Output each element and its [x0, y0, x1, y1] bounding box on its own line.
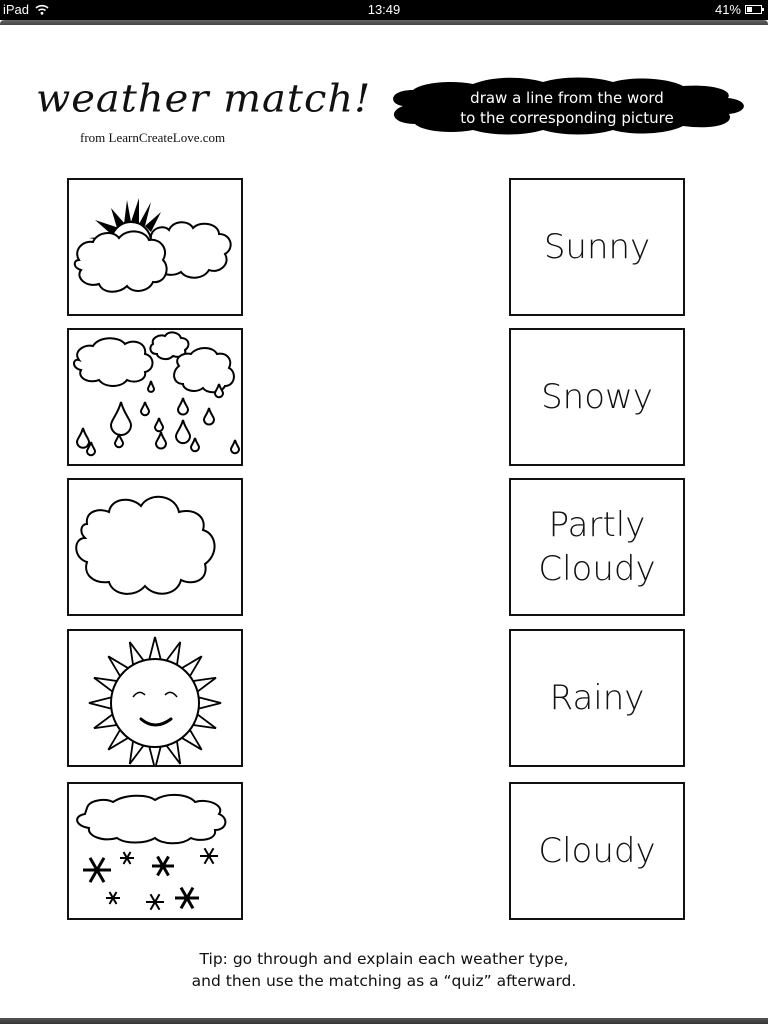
picture-card-sunny[interactable] — [67, 629, 243, 767]
picture-card-partly-cloudy[interactable] — [67, 178, 243, 316]
word-label: Sunny — [543, 227, 651, 267]
viewer-bottom-edge — [0, 1018, 768, 1024]
battery-icon — [745, 5, 764, 14]
raindrop-icon — [113, 433, 125, 449]
picture-card-cloudy[interactable] — [67, 478, 243, 616]
viewer-top-edge — [0, 20, 768, 25]
raindrop-icon — [176, 397, 190, 416]
snowy-icon — [76, 794, 227, 911]
sunny-icon — [88, 636, 222, 765]
snowflake-icon — [120, 851, 134, 865]
snowflake-icon — [200, 847, 218, 865]
tip-text: Tip: go through and explain each weather… — [0, 948, 768, 992]
picture-card-rainy[interactable] — [67, 328, 243, 466]
clock: 13:49 — [367, 2, 401, 17]
picture-card-snowy[interactable] — [67, 782, 243, 920]
instruction-line-1: draw a line from the word — [470, 89, 664, 107]
battery-fill — [747, 7, 753, 12]
word-card-rainy[interactable]: Rainy — [509, 629, 685, 767]
word-label: Cloudy — [538, 831, 656, 871]
snowflake-icon — [83, 857, 111, 883]
status-bar: iPad 13:49 41% — [0, 0, 768, 20]
battery-percent: 41% — [714, 2, 741, 17]
tip-line-2: and then use the matching as a “quiz” af… — [191, 972, 577, 990]
word-card-cloudy[interactable]: Cloudy — [509, 782, 685, 920]
raindrop-icon — [153, 417, 165, 433]
raindrop-icon — [75, 427, 91, 449]
raindrop-icon — [109, 401, 133, 436]
word-card-sunny[interactable]: Sunny — [509, 178, 685, 316]
raindrop-icon — [174, 419, 192, 445]
word-card-snowy[interactable]: Snowy — [509, 328, 685, 466]
raindrop-icon — [154, 431, 168, 450]
raindrop-icon — [139, 401, 151, 417]
word-label: Partly Cloudy — [538, 505, 656, 589]
snowflake-icon — [152, 855, 174, 877]
raindrop-icon — [189, 437, 201, 453]
raindrop-icon — [202, 407, 216, 426]
partly-cloudy-icon — [73, 198, 232, 293]
instruction-line-2: to the corresponding picture — [460, 109, 674, 127]
raindrop-icon — [146, 380, 156, 393]
raindrop-icon — [229, 439, 241, 455]
snowflake-icon — [106, 891, 120, 905]
snowflake-icon — [146, 893, 164, 911]
cloudy-icon — [75, 496, 216, 595]
word-label: Rainy — [549, 678, 645, 718]
tip-line-1: Tip: go through and explain each weather… — [199, 950, 569, 968]
word-label: Snowy — [541, 377, 653, 417]
rainy-icon — [73, 331, 241, 457]
instruction-text: draw a line from the word to the corresp… — [383, 88, 751, 128]
worksheet-title: weather match! — [36, 77, 372, 121]
snowflake-icon — [175, 886, 199, 910]
source-credit: from LearnCreateLove.com — [80, 130, 226, 145]
word-card-partly-cloudy[interactable]: Partly Cloudy — [509, 478, 685, 616]
